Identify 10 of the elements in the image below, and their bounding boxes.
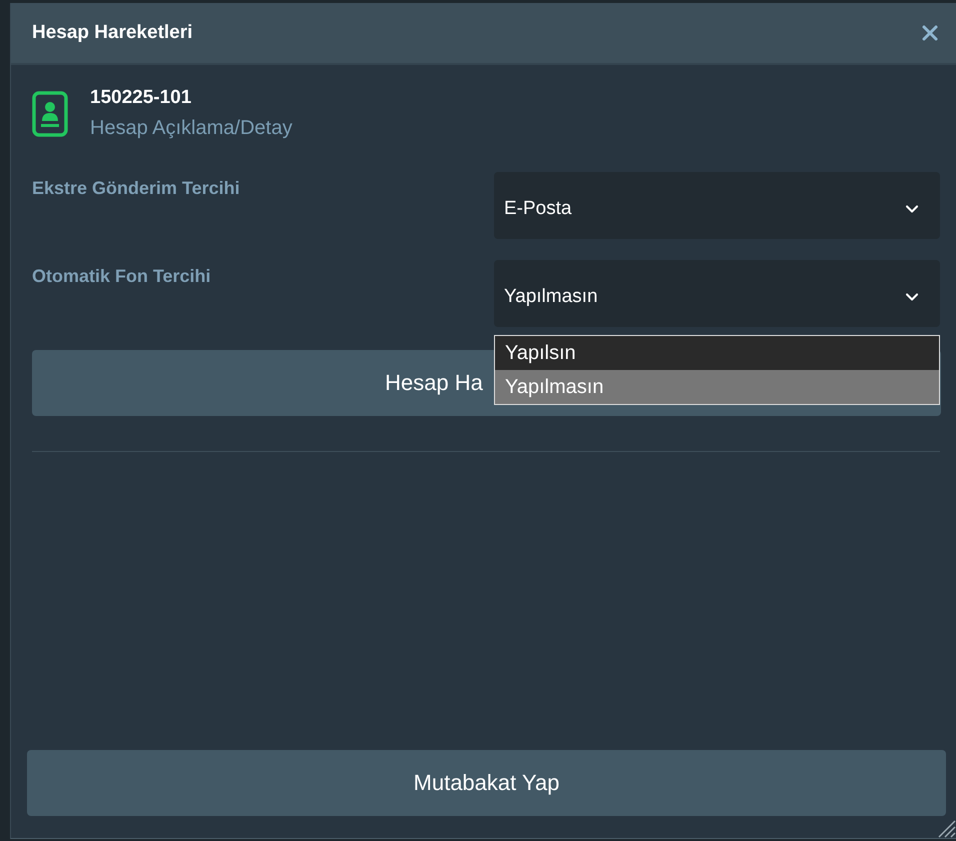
- account-description: Hesap Açıklama/Detay: [90, 117, 292, 140]
- dialog-title: Hesap Hareketleri: [32, 22, 193, 44]
- reconcile-button[interactable]: Mutabakat Yap: [27, 750, 946, 816]
- select-field[interactable]: Yapılmasın: [494, 260, 940, 327]
- field-label: Ekstre Gönderim Tercihi: [32, 178, 240, 200]
- select-field[interactable]: E-Posta: [494, 172, 940, 239]
- field-label: Otomatik Fon Tercihi: [32, 266, 211, 288]
- account-number: 150225-101: [90, 87, 192, 109]
- person-card-icon: [32, 90, 68, 136]
- dropdown-option[interactable]: Yapılmasın: [495, 370, 939, 404]
